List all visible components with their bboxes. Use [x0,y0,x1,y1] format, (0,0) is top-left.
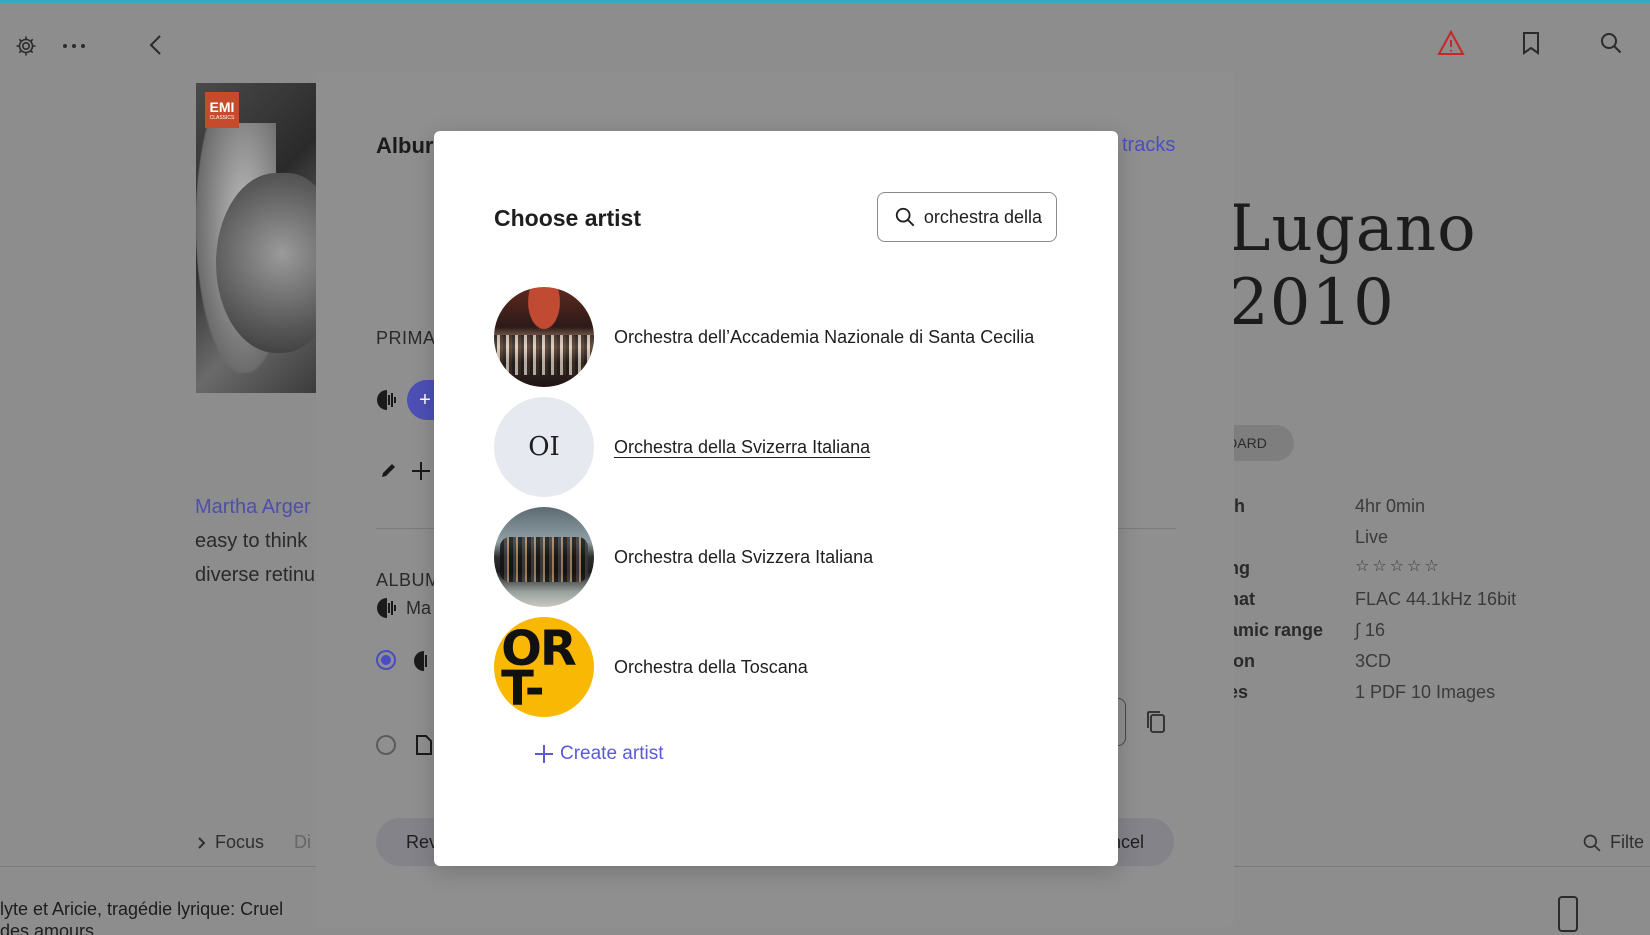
description-artist-link[interactable]: Martha Arger [195,496,311,519]
artist-photo [494,287,594,387]
dialog-title: Choose artist [494,205,641,231]
warning-icon[interactable] [1436,28,1466,58]
search-icon [1583,834,1601,852]
plus-icon[interactable] [410,460,432,482]
chevron-right-icon [198,836,206,849]
gear-icon[interactable] [12,32,40,60]
ort-logo: OR T- [494,617,594,717]
artist-icon [414,650,434,672]
search-icon[interactable] [1596,28,1626,58]
pencil-icon[interactable] [378,458,400,482]
focus-toggle[interactable]: Focus Di [197,832,311,853]
meta-value-type: Live [1355,527,1389,547]
artist-option-svizzera-italiana[interactable]: Orchestra della Svizzera Italiana [494,507,1074,607]
primary-section-label: PRIMA [376,328,436,348]
artist-initials-avatar: OI [494,397,594,497]
meta-key-dynamic-range: amic range [1228,620,1324,640]
artist-icon [376,596,398,620]
meta-value-dynamic-range: ∫ 16 [1355,620,1385,640]
artist-name: Orchestra della Svizzera Italiana [614,546,874,567]
artist-name: Orchestra della Svizerra Italiana [614,436,871,457]
meta-value-edition: 3CD [1355,651,1392,671]
radio-artist-option[interactable] [376,650,396,670]
choose-artist-dialog: Choose artist Orchestra dell’Accademia N… [434,131,1118,866]
radio-custom-option[interactable] [376,735,396,755]
album-title: Lugano 2010 [1228,192,1477,340]
artist-option-toscana[interactable]: OR T- Orchestra della Toscana [494,617,1074,717]
artist-photo [494,507,594,607]
filter-button[interactable]: Filte [1582,832,1644,853]
album-artist-name: Ma [406,598,432,618]
album-cover: EMI CLASSICS [196,83,320,393]
description-line: easy to think [195,530,308,552]
search-icon [895,207,915,227]
meta-value-files: 1 PDF 10 Images [1355,682,1496,702]
now-playing-title: lyte et Aricie, tragédie lyrique: Cruel … [0,899,284,935]
artist-name: Orchestra della Toscana [614,656,808,677]
rating-stars[interactable]: ☆☆☆☆☆ [1355,556,1442,576]
description-line: diverse retinu [195,564,316,586]
create-artist-button[interactable]: Create artist [534,743,663,765]
artist-option-santa-cecilia[interactable]: Orchestra dell’Accademia Nazionale di Sa… [494,287,1074,387]
file-icon [414,733,434,757]
back-icon[interactable] [142,30,168,60]
bookmark-icon[interactable] [1518,28,1544,58]
tracks-link[interactable]: tracks [1122,134,1175,157]
meta-value-length: 4hr 0min [1355,496,1426,516]
edit-album-title: Albur [376,133,434,158]
artist-search-box[interactable] [877,192,1057,242]
device-icon[interactable] [1556,894,1580,934]
plus-icon [535,745,553,763]
emi-logo: EMI CLASSICS [205,92,239,128]
artist-icon [376,388,398,412]
artist-option-svizerra-italiana[interactable]: OI Orchestra della Svizerra Italiana [494,397,1074,497]
meta-value-format: FLAC 44.1kHz 16bit [1355,589,1517,609]
album-artist-section-label: ALBUM [376,570,441,590]
artist-search-input[interactable] [924,206,1042,228]
copy-icon[interactable] [1144,708,1168,736]
more-icon[interactable] [60,32,88,60]
artist-name: Orchestra dell’Accademia Nazionale di Sa… [614,326,1035,347]
